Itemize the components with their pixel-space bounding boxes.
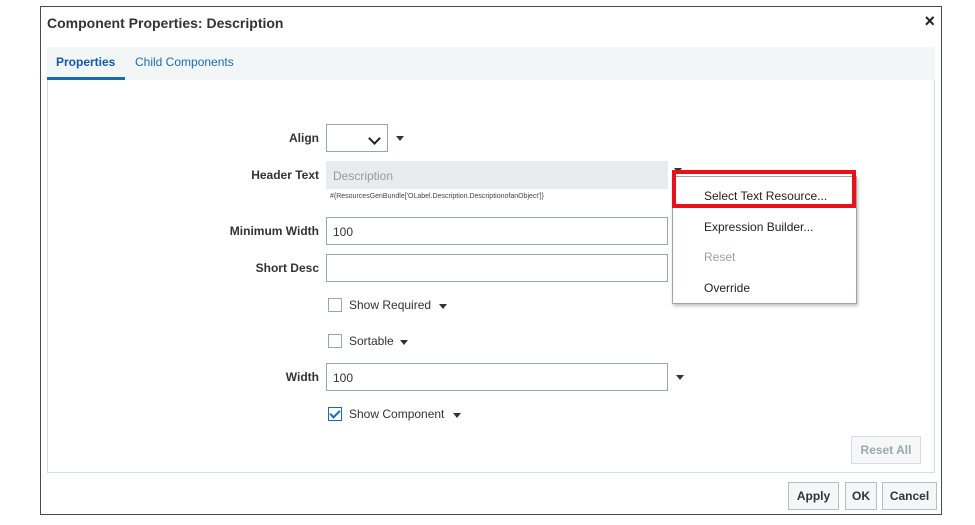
align-label: Align xyxy=(289,131,319,145)
width-input[interactable]: 100 xyxy=(326,363,668,391)
tab-bar: Properties Child Components xyxy=(47,47,935,80)
ok-button[interactable]: OK xyxy=(845,482,877,510)
short-desc-label: Short Desc xyxy=(255,261,319,275)
reset-all-button[interactable]: Reset All xyxy=(851,436,921,464)
align-menu-arrow-icon[interactable] xyxy=(396,136,404,141)
show-required-label: Show Required xyxy=(349,298,432,312)
minimum-width-input[interactable]: 100 xyxy=(326,217,668,245)
show-required-checkbox[interactable] xyxy=(328,298,342,312)
header-text-label: Header Text xyxy=(251,168,319,182)
close-icon[interactable]: × xyxy=(924,11,935,32)
show-component-checkbox[interactable] xyxy=(328,407,342,421)
dialog-title: Component Properties: Description xyxy=(47,15,284,31)
show-required-menu-arrow-icon[interactable] xyxy=(439,304,447,309)
sortable-checkbox[interactable] xyxy=(328,334,342,348)
menu-item-override[interactable]: Override xyxy=(673,271,856,301)
highlight-annotation-box xyxy=(672,170,856,208)
align-select[interactable] xyxy=(326,124,388,152)
tab-properties[interactable]: Properties xyxy=(56,55,115,69)
width-label: Width xyxy=(285,370,319,384)
show-component-menu-arrow-icon[interactable] xyxy=(453,413,461,418)
cancel-button[interactable]: Cancel xyxy=(882,482,937,510)
short-desc-input[interactable] xyxy=(326,254,668,282)
header-text-expression: #{ResourcesGenBundle['OLabel.Description… xyxy=(330,193,544,200)
width-menu-arrow-icon[interactable] xyxy=(676,375,684,380)
show-component-label: Show Component xyxy=(349,407,445,421)
menu-item-reset: Reset xyxy=(704,250,736,264)
sortable-label: Sortable xyxy=(349,334,394,348)
menu-item-expression-builder[interactable]: Expression Builder... xyxy=(673,210,856,240)
header-text-field: Description xyxy=(326,161,668,189)
sortable-menu-arrow-icon[interactable] xyxy=(400,340,408,345)
minimum-width-label: Minimum Width xyxy=(229,224,319,238)
apply-button[interactable]: Apply xyxy=(788,482,839,510)
tab-child-components[interactable]: Child Components xyxy=(135,55,234,69)
chevron-down-icon xyxy=(368,132,381,145)
